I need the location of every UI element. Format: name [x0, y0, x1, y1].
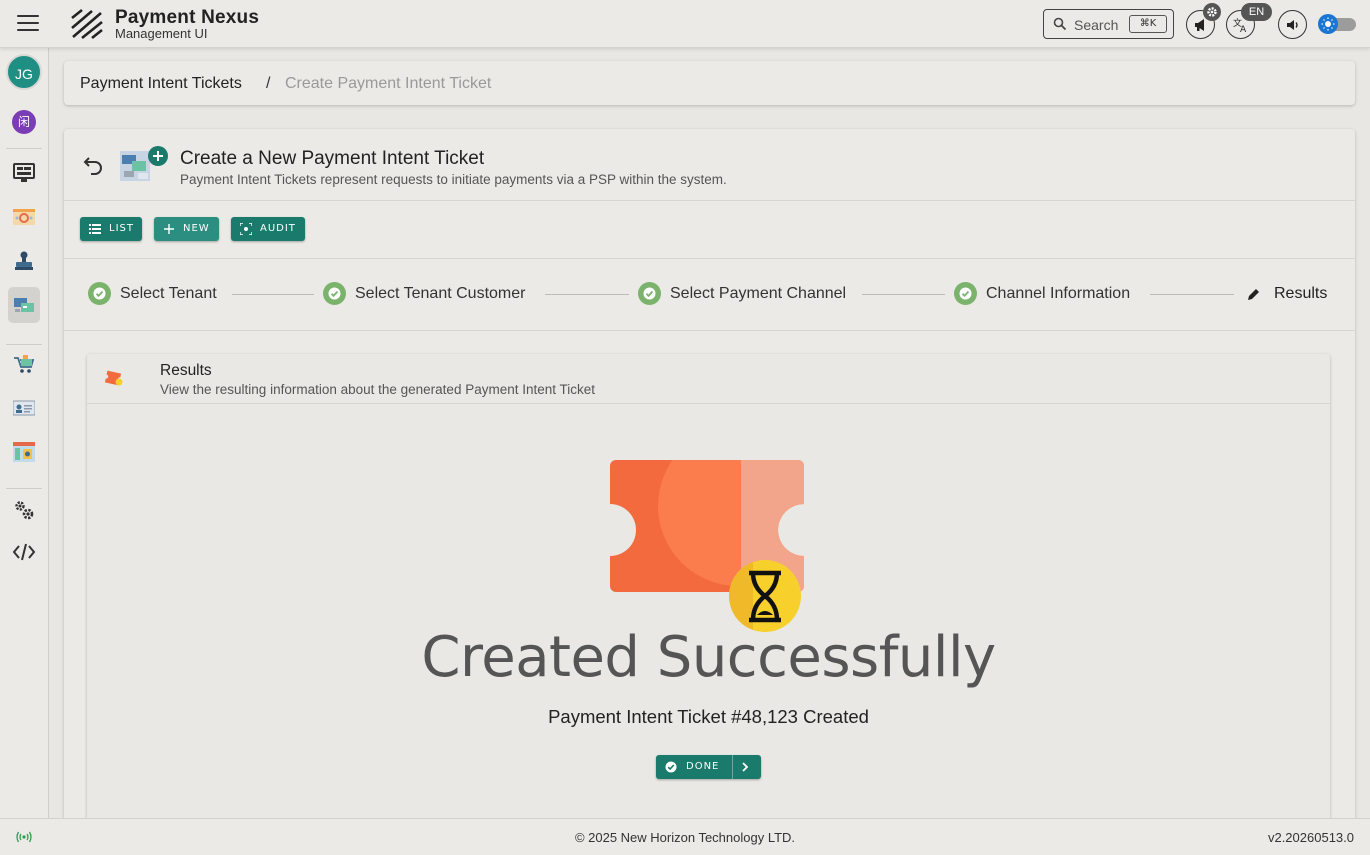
undo-back-icon[interactable] [82, 153, 106, 177]
new-button[interactable]: NEW [154, 217, 219, 241]
sidebar: JG 闲 [0, 48, 49, 818]
avatar[interactable]: JG [6, 54, 42, 90]
monitor-icon [13, 163, 35, 182]
success-message: Payment Intent Ticket #48,123 Created [548, 706, 869, 727]
page-title: Create a New Payment Intent Ticket [180, 148, 485, 169]
version: v2.20260513.0 [1267, 830, 1354, 845]
settings-badge-icon [1203, 3, 1221, 21]
chevron-right-icon [742, 762, 749, 772]
audit-scan-icon [240, 223, 252, 235]
pencil-icon [1248, 289, 1259, 300]
results-title: Results [160, 362, 212, 379]
report-icon [13, 442, 35, 462]
check-circle-icon [665, 761, 677, 773]
sidebar-item-cashier[interactable] [8, 243, 40, 279]
sidebar-item-settings[interactable] [8, 492, 40, 528]
payment-ticket-add-icon [120, 146, 168, 181]
language-badge[interactable]: EN [1241, 3, 1272, 21]
banner-icon [13, 209, 35, 225]
list-icon [89, 224, 101, 234]
results-subtitle: View the resulting information about the… [160, 382, 596, 397]
page-subtitle: Payment Intent Tickets represent request… [180, 172, 727, 187]
step-label: Select Payment Channel [670, 285, 847, 302]
done-button[interactable]: DONE [656, 755, 761, 779]
breadcrumb-current: Create Payment Intent Ticket [285, 75, 492, 92]
brand-subtitle: Management UI [115, 26, 208, 41]
list-button-label: LIST [109, 223, 134, 234]
copyright: © 2025 New Horizon Technology LTD. [574, 830, 796, 845]
payment-ticket-icon [14, 298, 34, 312]
menu-icon[interactable] [17, 15, 39, 33]
search-icon [1053, 17, 1067, 31]
brand-logo-icon [71, 8, 103, 40]
sidebar-item-customers[interactable] [8, 390, 40, 426]
stamp-icon [15, 251, 33, 270]
top-app-bar: Payment Nexus Management UI Search ⌘K 文 … [0, 0, 1370, 48]
cart-icon [14, 355, 35, 373]
sun-icon [1321, 17, 1335, 31]
breadcrumb-parent-link[interactable]: Payment Intent Tickets [80, 75, 242, 93]
volume-icon [1287, 20, 1298, 30]
search-shortcut: ⌘K [1129, 15, 1167, 33]
sidebar-item-merchants[interactable] [8, 346, 40, 382]
volume-button[interactable] [1278, 10, 1307, 39]
ticket-small-icon [104, 370, 123, 386]
check-circle-icon [323, 282, 346, 305]
step-label: Channel Information [986, 285, 1131, 302]
sidebar-item-dashboard[interactable] [8, 155, 40, 191]
theme-toggle[interactable] [1318, 14, 1358, 34]
sidebar-item-reports[interactable] [8, 434, 40, 470]
search-label: Search [1074, 17, 1119, 33]
sidebar-item-gateways[interactable] [8, 199, 40, 235]
step-results[interactable]: Results [1274, 285, 1327, 303]
list-button[interactable]: LIST [80, 217, 142, 241]
id-card-icon [13, 400, 35, 416]
breadcrumb-separator: / [266, 75, 271, 92]
check-circle-icon [638, 282, 661, 305]
svg-text:A: A [1240, 25, 1247, 33]
check-circle-icon [88, 282, 111, 305]
results-panel: Results View the resulting information a… [87, 354, 1330, 829]
footer: © 2025 New Horizon Technology LTD. v2.20… [0, 818, 1370, 855]
audit-button[interactable]: AUDIT [231, 217, 305, 241]
search-button[interactable]: Search ⌘K [1043, 9, 1174, 39]
sidebar-item-payment-intent-tickets[interactable] [8, 287, 40, 323]
main-card: Create a New Payment Intent Ticket Payme… [64, 129, 1355, 829]
sidebar-item-developer[interactable] [8, 534, 40, 570]
gears-icon [15, 501, 34, 520]
check-circle-icon [954, 282, 977, 305]
new-button-label: NEW [183, 223, 210, 234]
ticket-hourglass-illustration [610, 460, 804, 632]
plus-icon [164, 224, 174, 234]
success-headline: Created Successfully [421, 625, 996, 690]
done-button-label: DONE [686, 761, 720, 772]
tenant-badge[interactable]: 闲 [12, 110, 36, 134]
code-icon [13, 543, 35, 561]
step-label: Select Tenant Customer [355, 285, 526, 302]
step-label: Select Tenant [120, 285, 217, 302]
breadcrumb: Payment Intent Tickets / Create Payment … [64, 61, 1355, 105]
audit-button-label: AUDIT [260, 223, 296, 234]
